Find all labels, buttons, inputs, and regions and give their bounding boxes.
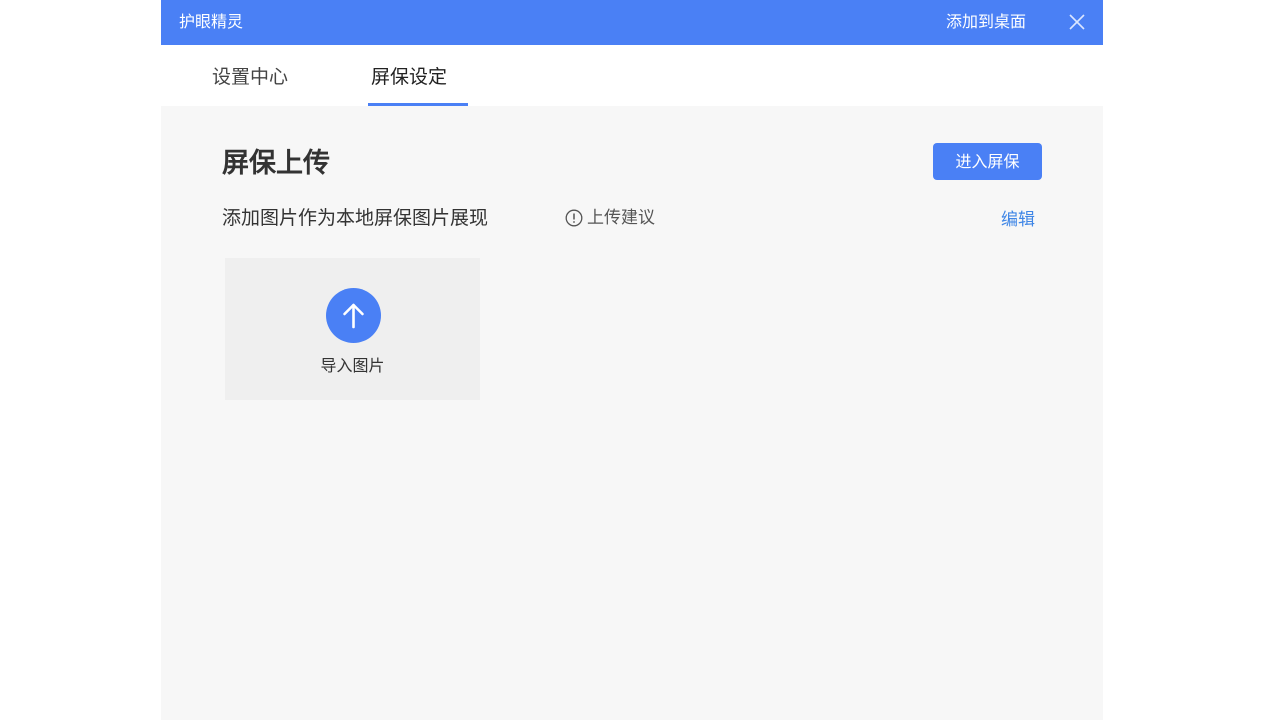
content-panel: 屏保上传 进入屏保 添加图片作为本地屏保图片展现 上传建议 编辑 导入图片 xyxy=(161,106,1103,720)
upload-button-circle xyxy=(326,288,381,343)
close-button[interactable] xyxy=(1065,10,1089,34)
tab-bar: 设置中心 屏保设定 xyxy=(161,45,1103,106)
upload-tip[interactable]: 上传建议 xyxy=(565,207,655,229)
app-window: 护眼精灵 添加到桌面 设置中心 屏保设定 屏保上传 进入屏保 添加图片作为本地屏… xyxy=(161,0,1103,720)
description-text: 添加图片作为本地屏保图片展现 xyxy=(222,207,489,229)
tab-screensaver-settings[interactable]: 屏保设定 xyxy=(371,64,447,90)
section-title: 屏保上传 xyxy=(222,148,330,179)
import-image-label: 导入图片 xyxy=(320,356,385,375)
edit-link[interactable]: 编辑 xyxy=(1001,209,1035,231)
add-to-desktop-button[interactable]: 添加到桌面 xyxy=(946,11,1026,33)
tab-settings-center[interactable]: 设置中心 xyxy=(212,64,288,90)
upload-arrow-icon xyxy=(343,303,364,329)
enter-screensaver-button[interactable]: 进入屏保 xyxy=(933,143,1042,180)
app-title: 护眼精灵 xyxy=(179,12,244,31)
title-bar: 护眼精灵 添加到桌面 xyxy=(161,0,1103,45)
import-image-tile[interactable]: 导入图片 xyxy=(225,258,480,400)
info-icon xyxy=(565,209,583,227)
upload-tip-label: 上传建议 xyxy=(587,208,655,228)
close-icon xyxy=(1069,14,1085,30)
